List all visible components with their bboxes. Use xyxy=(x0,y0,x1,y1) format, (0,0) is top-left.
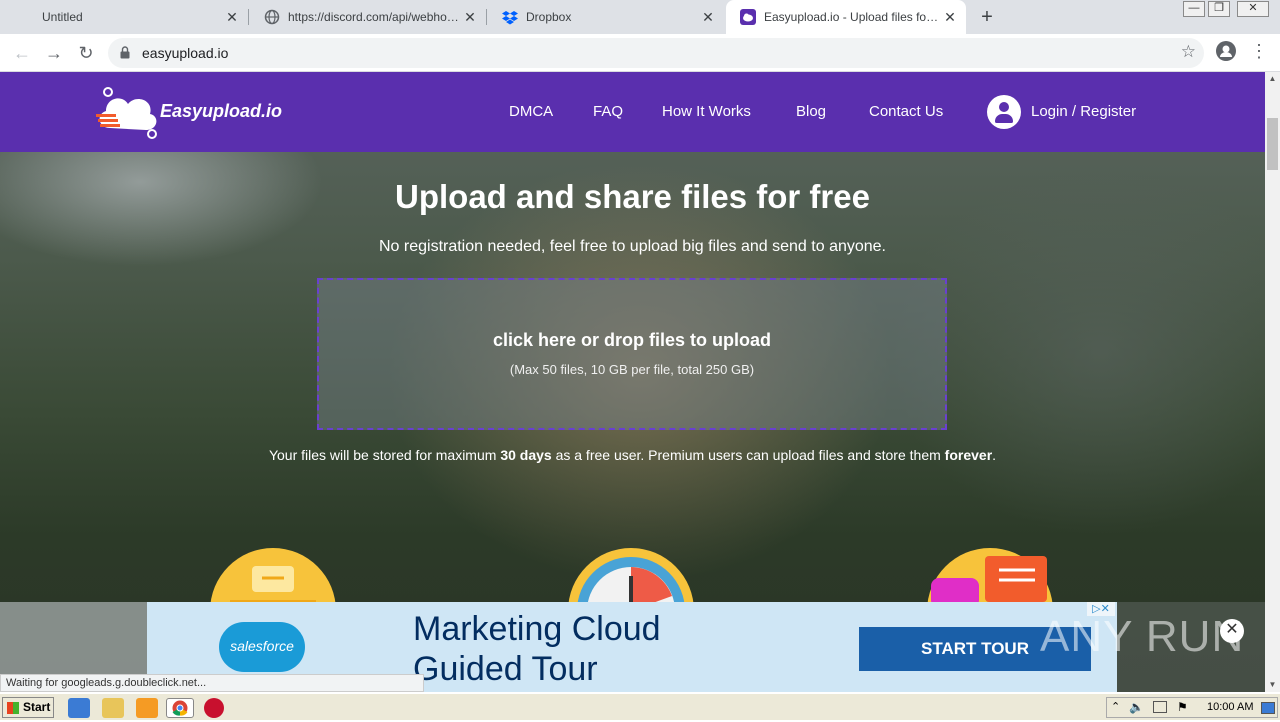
storage-days: 30 days xyxy=(500,447,552,463)
nav-link-how-it-works[interactable]: How It Works xyxy=(662,103,751,120)
ad-headline: Guided Tour xyxy=(413,650,598,688)
address-bar[interactable]: easyupload.io ☆ xyxy=(108,38,1204,68)
start-button[interactable]: Start xyxy=(2,697,54,718)
profile-avatar-icon[interactable] xyxy=(1216,41,1236,61)
tab-close-icon[interactable]: ✕ xyxy=(942,9,958,25)
minimize-window-icon[interactable]: — xyxy=(1183,1,1205,17)
page-scrollbar[interactable]: ▲ ▼ xyxy=(1265,72,1280,692)
user-avatar-icon[interactable] xyxy=(987,95,1021,129)
page-viewport: Easyupload.io DMCA FAQ How It Works Blog… xyxy=(0,72,1265,692)
storage-note-text: . xyxy=(992,447,997,463)
status-bubble: Waiting for googleads.g.doubleclick.net.… xyxy=(0,674,424,692)
tab-separator xyxy=(248,9,249,25)
reload-icon[interactable]: ↻ xyxy=(74,41,98,65)
url-text: easyupload.io xyxy=(142,45,229,61)
storage-note-text: Your files will be stored for maximum xyxy=(268,447,501,463)
tray-expand-icon[interactable]: ⌃ xyxy=(1111,700,1120,713)
volume-icon[interactable]: 🔈 xyxy=(1129,700,1144,714)
salesforce-logo: salesforce xyxy=(219,618,305,676)
scroll-up-arrow-icon[interactable]: ▲ xyxy=(1265,72,1280,86)
bookmark-star-icon[interactable]: ☆ xyxy=(1181,42,1196,62)
scroll-thumb[interactable] xyxy=(1267,118,1278,170)
action-center-flag-icon[interactable]: ⚑ xyxy=(1177,700,1188,714)
storage-note: Your files will be stored for maximum 30… xyxy=(0,447,1265,463)
dropbox-icon xyxy=(502,9,518,25)
stop-app-icon[interactable] xyxy=(204,698,224,718)
browser-tab-strip: Untitled ✕ https://discord.com/api/webho… xyxy=(0,0,1280,34)
tab-dropbox[interactable]: Dropbox ✕ xyxy=(488,0,724,34)
page-subtitle: No registration needed, feel free to upl… xyxy=(378,238,886,255)
tab-close-icon[interactable]: ✕ xyxy=(700,9,716,25)
system-tray: ⌃ 🔈 ⚑ 10:00 AM xyxy=(1106,697,1278,718)
storage-forever: forever xyxy=(944,447,993,463)
ad-headline: Marketing Cloud xyxy=(413,610,661,648)
forward-arrow-icon[interactable]: → xyxy=(42,41,66,65)
login-register-link[interactable]: Login / Register xyxy=(1031,103,1136,120)
storage-note-text: as a free user. Premium users can upload… xyxy=(551,447,945,463)
ad-close-icon[interactable]: ✕ xyxy=(1220,619,1244,643)
internet-explorer-icon[interactable] xyxy=(68,698,90,718)
nav-link-contact-us[interactable]: Contact Us xyxy=(869,103,943,120)
tab-label: https://discord.com/api/webhooks/9 xyxy=(288,10,464,24)
media-player-icon[interactable] xyxy=(136,698,158,718)
new-tab-icon[interactable]: + xyxy=(976,6,998,28)
site-logo[interactable]: Easyupload.io xyxy=(94,84,284,140)
globe-icon xyxy=(264,9,280,25)
windows-taskbar: Start ⌃ 🔈 ⚑ 10:00 AM xyxy=(0,693,1280,720)
salesforce-logo-text: salesforce xyxy=(230,638,294,654)
nav-link-faq[interactable]: FAQ xyxy=(593,103,623,120)
tab-untitled[interactable]: Untitled ✕ xyxy=(28,0,248,34)
tab-close-icon[interactable]: ✕ xyxy=(462,9,478,25)
nav-link-dmca[interactable]: DMCA xyxy=(509,103,553,120)
tab-easyupload[interactable]: Easyupload.io - Upload files for free ✕ xyxy=(726,0,966,34)
cloud-logo-icon xyxy=(96,87,157,139)
chrome-icon[interactable] xyxy=(166,698,194,718)
scroll-down-arrow-icon[interactable]: ▼ xyxy=(1265,678,1280,692)
site-logo-text: Easyupload.io xyxy=(160,101,283,121)
tab-close-icon[interactable]: ✕ xyxy=(224,9,240,25)
clock[interactable]: 10:00 AM xyxy=(1207,701,1253,713)
lock-icon xyxy=(120,46,130,59)
back-arrow-icon[interactable]: ← xyxy=(10,41,34,65)
tab-separator xyxy=(486,9,487,25)
page-title: Upload and share files for free xyxy=(395,178,870,215)
network-icon[interactable] xyxy=(1153,701,1167,713)
site-header: Easyupload.io DMCA FAQ How It Works Blog… xyxy=(0,72,1265,152)
dropzone-limits: (Max 50 files, 10 GB per file, total 250… xyxy=(509,362,755,377)
nav-link-blog[interactable]: Blog xyxy=(796,103,826,120)
start-label: Start xyxy=(23,700,51,714)
tab-discord-webhook[interactable]: https://discord.com/api/webhooks/9 ✕ xyxy=(250,0,486,34)
file-dropzone[interactable]: click here or drop files to upload (Max … xyxy=(317,278,947,430)
tab-label: Easyupload.io - Upload files for free xyxy=(764,10,940,24)
windows-logo-icon xyxy=(7,702,19,714)
close-window-icon[interactable]: ✕ xyxy=(1237,1,1269,17)
browser-menu-icon[interactable]: ⋮ xyxy=(1250,41,1268,63)
dropzone-label: click here or drop files to upload xyxy=(492,330,772,350)
show-desktop-icon[interactable] xyxy=(1261,702,1275,714)
easyupload-favicon-icon xyxy=(740,9,756,25)
tab-label: Dropbox xyxy=(526,10,572,24)
browser-toolbar: ← → ↻ easyupload.io ☆ xyxy=(0,34,1280,72)
anyrun-watermark: ANY RUN xyxy=(1040,612,1245,661)
file-explorer-icon[interactable] xyxy=(102,698,124,718)
restore-window-icon[interactable]: ❐ xyxy=(1208,1,1230,17)
tab-label: Untitled xyxy=(42,10,83,24)
